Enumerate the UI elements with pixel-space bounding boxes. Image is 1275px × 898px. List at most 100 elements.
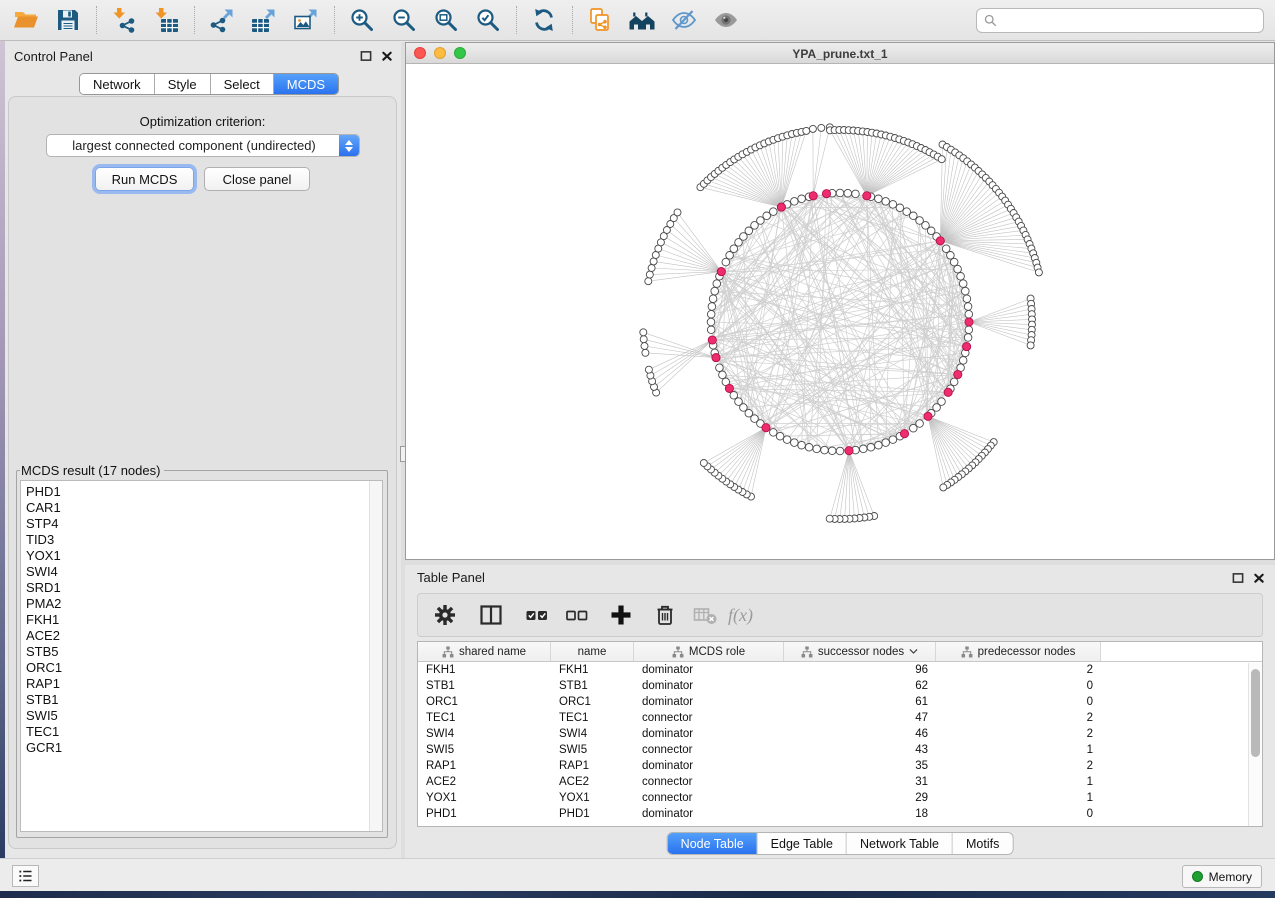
- select-stepper-icon: [339, 135, 359, 156]
- table-cell: 96: [784, 662, 936, 678]
- mcds-result-item[interactable]: SWI4: [26, 564, 382, 580]
- mcds-result-item[interactable]: CAR1: [26, 500, 382, 516]
- mcds-result-item[interactable]: ACE2: [26, 628, 382, 644]
- column-header-shared-name[interactable]: shared name: [418, 642, 551, 661]
- mcds-result-item[interactable]: STB1: [26, 692, 382, 708]
- zoom-in-icon[interactable]: [344, 4, 380, 36]
- float-panel-icon[interactable]: [360, 50, 372, 62]
- open-file-icon[interactable]: [8, 4, 44, 36]
- tab-node-table[interactable]: Node Table: [668, 833, 758, 854]
- table-cell: RAP1: [551, 758, 634, 774]
- columns-icon[interactable]: [478, 599, 504, 631]
- task-history-button[interactable]: [12, 865, 39, 887]
- table-cell: ORC1: [418, 694, 551, 710]
- tab-mcds[interactable]: MCDS: [274, 74, 338, 94]
- zoom-selected-icon[interactable]: [470, 4, 506, 36]
- tree-icon: [961, 646, 973, 658]
- mcds-list-scrollbar[interactable]: [369, 481, 382, 831]
- run-mcds-button[interactable]: Run MCDS: [95, 167, 194, 191]
- tree-icon: [672, 646, 684, 658]
- table-row[interactable]: FKH1FKH1dominator962: [418, 662, 1262, 678]
- save-session-icon[interactable]: [50, 4, 86, 36]
- optimization-criterion-select[interactable]: largest connected component (undirected): [46, 134, 360, 157]
- mcds-result-item[interactable]: PHD1: [26, 484, 382, 500]
- deselect-all-icon[interactable]: [564, 599, 590, 631]
- tab-motifs[interactable]: Motifs: [953, 833, 1012, 854]
- column-header-successor-nodes[interactable]: successor nodes: [784, 642, 936, 661]
- control-panel: Control Panel NetworkStyleSelectMCDS Opt…: [5, 42, 401, 858]
- add-row-icon[interactable]: [608, 599, 634, 631]
- table-row[interactable]: SWI4SWI4dominator462: [418, 726, 1262, 742]
- export-table-icon[interactable]: [246, 4, 282, 36]
- mcds-result-item[interactable]: YOX1: [26, 548, 382, 564]
- mcds-result-item[interactable]: STB5: [26, 644, 382, 660]
- export-network-icon[interactable]: [204, 4, 240, 36]
- table-row[interactable]: YOX1YOX1connector291: [418, 790, 1262, 806]
- delete-row-icon[interactable]: [652, 599, 678, 631]
- table-scrollbar-thumb[interactable]: [1251, 669, 1260, 757]
- table-row[interactable]: SWI5SWI5connector431: [418, 742, 1262, 758]
- mcds-result-item[interactable]: RAP1: [26, 676, 382, 692]
- close-panel-icon[interactable]: [381, 50, 393, 62]
- close-panel-icon[interactable]: [1253, 572, 1265, 584]
- tab-select[interactable]: Select: [211, 74, 274, 94]
- table-cell: 2: [936, 726, 1101, 742]
- tab-network[interactable]: Network: [80, 74, 155, 94]
- tree-icon: [442, 646, 454, 658]
- import-network-icon[interactable]: [106, 4, 142, 36]
- table-cell: 31: [784, 774, 936, 790]
- search-input[interactable]: [976, 8, 1264, 33]
- column-header-predecessor-nodes[interactable]: predecessor nodes: [936, 642, 1101, 661]
- table-cell: 46: [784, 726, 936, 742]
- table-cell: STB1: [551, 678, 634, 694]
- network-canvas[interactable]: [406, 64, 1274, 559]
- table-cell: connector: [634, 774, 784, 790]
- table-row[interactable]: RAP1RAP1dominator352: [418, 758, 1262, 774]
- table-cell: 1: [936, 742, 1101, 758]
- column-header-mcds-role[interactable]: MCDS role: [634, 642, 784, 661]
- clone-network-icon[interactable]: [582, 4, 618, 36]
- mcds-result-item[interactable]: SWI5: [26, 708, 382, 724]
- mcds-result-item[interactable]: GCR1: [26, 740, 382, 756]
- import-table-icon[interactable]: [148, 4, 184, 36]
- refresh-icon[interactable]: [526, 4, 562, 36]
- hide-selected-icon[interactable]: [666, 4, 702, 36]
- close-panel-button[interactable]: Close panel: [204, 167, 310, 191]
- table-cell: FKH1: [418, 662, 551, 678]
- column-header-name[interactable]: name: [551, 642, 634, 661]
- mcds-result-item[interactable]: STP4: [26, 516, 382, 532]
- mcds-result-list: PHD1CAR1STP4TID3YOX1SWI4SRD1PMA2FKH1ACE2…: [20, 480, 383, 832]
- mcds-result-item[interactable]: FKH1: [26, 612, 382, 628]
- table-cell: SWI4: [418, 726, 551, 742]
- mcds-result-item[interactable]: TEC1: [26, 724, 382, 740]
- memory-button[interactable]: Memory: [1182, 865, 1262, 888]
- show-all-icon[interactable]: [708, 4, 744, 36]
- network-window-titlebar[interactable]: YPA_prune.txt_1: [406, 43, 1274, 64]
- table-scrollbar[interactable]: [1248, 663, 1262, 827]
- mcds-result-item[interactable]: SRD1: [26, 580, 382, 596]
- tab-edge-table[interactable]: Edge Table: [758, 833, 847, 854]
- table-row[interactable]: STB1STB1dominator620: [418, 678, 1262, 694]
- table-cell: 18: [784, 806, 936, 822]
- tab-network-table[interactable]: Network Table: [847, 833, 953, 854]
- select-all-icon[interactable]: [524, 599, 550, 631]
- first-neighbors-icon[interactable]: [624, 4, 660, 36]
- table-row[interactable]: ACE2ACE2connector311: [418, 774, 1262, 790]
- tab-style[interactable]: Style: [155, 74, 211, 94]
- table-cell: dominator: [634, 726, 784, 742]
- table-cell: dominator: [634, 758, 784, 774]
- table-cell: ACE2: [551, 774, 634, 790]
- float-panel-icon[interactable]: [1232, 572, 1244, 584]
- table-row[interactable]: ORC1ORC1dominator610: [418, 694, 1262, 710]
- table-row[interactable]: TEC1TEC1connector472: [418, 710, 1262, 726]
- zoom-out-icon[interactable]: [386, 4, 422, 36]
- mcds-result-item[interactable]: PMA2: [26, 596, 382, 612]
- zoom-fit-icon[interactable]: [428, 4, 464, 36]
- mcds-result-item[interactable]: ORC1: [26, 660, 382, 676]
- mcds-result-item[interactable]: TID3: [26, 532, 382, 548]
- delete-table-icon: [692, 599, 718, 631]
- table-cell: 43: [784, 742, 936, 758]
- settings-icon[interactable]: [432, 599, 458, 631]
- table-row[interactable]: PHD1PHD1dominator180: [418, 806, 1262, 822]
- export-image-icon[interactable]: [288, 4, 324, 36]
